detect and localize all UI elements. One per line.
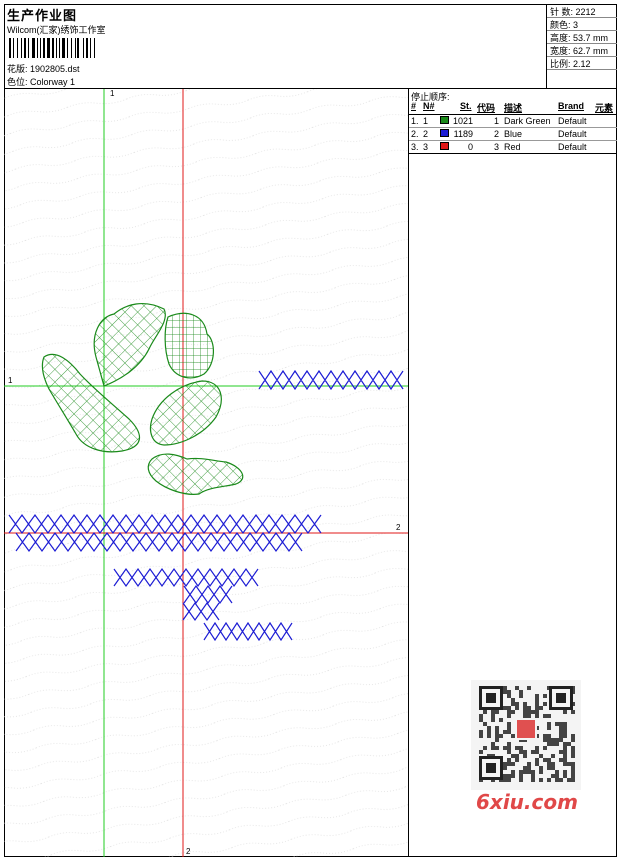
barcode xyxy=(9,38,139,58)
color-swatch xyxy=(440,129,449,137)
color-swatch xyxy=(440,116,449,124)
axis-label-red-bottom: 2 xyxy=(186,847,191,856)
col-header-brand: Brand xyxy=(558,101,585,111)
page-title: 生产作业图 xyxy=(7,8,78,23)
col-header-stitches: St. xyxy=(460,101,472,111)
design-file-label: 花版: 1902805.dst xyxy=(7,64,80,74)
color-swatch xyxy=(440,142,449,150)
qr-code-watermark xyxy=(471,680,581,790)
studio-name: Wilcom(汇家)绣饰工作室 xyxy=(7,25,106,35)
colorway-label: 色位: Colorway 1 xyxy=(7,77,76,87)
axis-label-green-top: 1 xyxy=(110,89,115,98)
axis-label-red-right: 2 xyxy=(396,523,401,532)
col-header-index: # xyxy=(411,101,417,111)
header-info: 生产作业图 Wilcom(汇家)绣饰工作室 花版: 1902805.dst 色位… xyxy=(4,4,547,88)
design-canvas: 1 1 2 2 xyxy=(4,89,409,857)
embroidery-preview xyxy=(4,89,408,857)
col-header-description: 描述 xyxy=(504,103,523,113)
axis-label-green-left: 1 xyxy=(8,376,13,385)
design-stats: 针 数: 2212 颜色: 3 高度: 53.7 mm 宽度: 62.7 mm … xyxy=(547,4,617,88)
col-header-element: 元素 xyxy=(595,103,614,113)
watermark-site: 6xiu.com xyxy=(476,790,578,814)
col-header-n: N# xyxy=(423,101,435,111)
header: 生产作业图 Wilcom(汇家)绣饰工作室 花版: 1902805.dst 色位… xyxy=(4,4,617,89)
col-header-code: 代码 xyxy=(477,103,496,113)
